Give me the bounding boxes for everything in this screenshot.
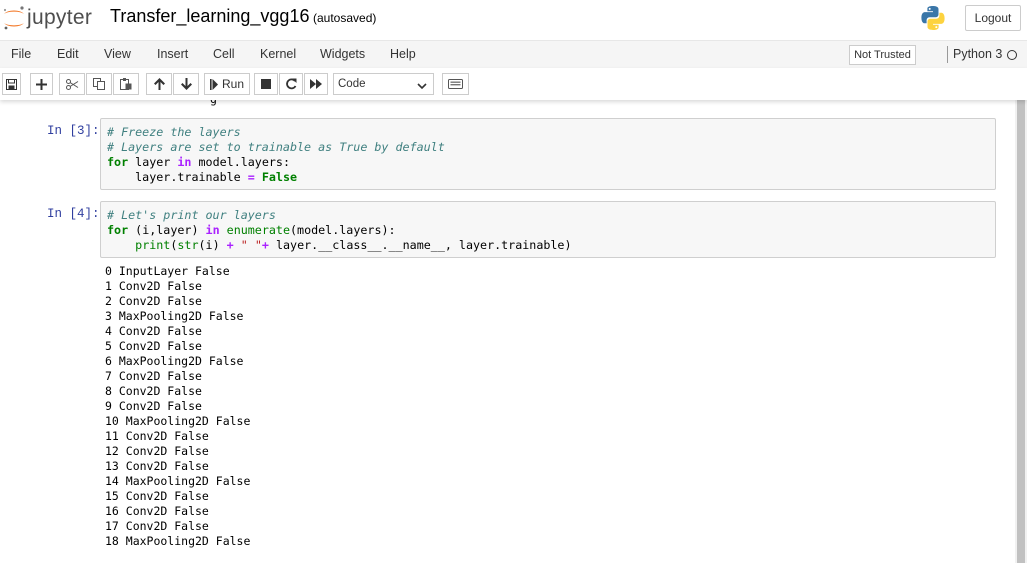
output-line: 18 MaxPooling2D False	[105, 534, 251, 548]
code-line: print(str(i) + " "+ layer.__class__.__na…	[135, 238, 572, 252]
kernel-name: Python 3	[953, 47, 1003, 61]
cell-type-select[interactable]: Code	[333, 73, 434, 95]
code-line: # Let's print our layers	[107, 208, 276, 222]
cell-prompt: In [4]:	[47, 207, 100, 221]
output-line: 7 Conv2D False	[105, 369, 202, 383]
move-up-button[interactable]	[146, 73, 172, 95]
menu-kernel[interactable]: Kernel	[260, 47, 296, 61]
output-line: 15 Conv2D False	[105, 489, 209, 503]
menu-widgets[interactable]: Widgets	[320, 47, 365, 61]
jupyter-logo[interactable]: jupyter	[0, 4, 92, 32]
interrupt-button[interactable]	[254, 73, 278, 95]
move-up-icon	[153, 78, 165, 90]
save-status: (autosaved)	[313, 11, 377, 25]
paste-icon	[120, 78, 132, 90]
output-line: 11 Conv2D False	[105, 429, 209, 443]
menu-file[interactable]: File	[11, 47, 31, 61]
output-line: 9 Conv2D False	[105, 399, 202, 413]
notebook-name[interactable]: Transfer_learning_vgg16	[110, 6, 309, 27]
menu-cell[interactable]: Cell	[213, 47, 235, 61]
code-cell[interactable]: # Let's print our layers for (i,layer) i…	[100, 201, 996, 258]
code-line: # Layers are set to trainable as True by…	[107, 140, 445, 154]
output-line: 12 Conv2D False	[105, 444, 209, 458]
output-line: 16 Conv2D False	[105, 504, 209, 518]
trust-button[interactable]: Not Trusted	[849, 45, 916, 65]
copy-button[interactable]	[86, 73, 112, 95]
run-icon	[209, 78, 218, 90]
header-bar: jupyter Transfer_learning_vgg16 (autosav…	[0, 0, 1027, 40]
output-line: 0 InputLayer False	[105, 264, 230, 278]
run-button[interactable]: Run	[204, 73, 250, 95]
toolbar: Run Code	[0, 68, 1027, 100]
move-down-button[interactable]	[173, 73, 199, 95]
kernel-idle-icon	[1007, 50, 1017, 60]
save-button[interactable]	[2, 73, 21, 95]
notebook-container[interactable]: g In [3]: # Freeze the layers # Layers a…	[0, 100, 1027, 563]
output-line: 8 Conv2D False	[105, 384, 202, 398]
fast-forward-icon	[310, 79, 322, 89]
output-line: 3 MaxPooling2D False	[105, 309, 244, 323]
cut-icon	[65, 78, 79, 90]
menu-help[interactable]: Help	[390, 47, 416, 61]
vertical-scrollbar[interactable]	[1015, 100, 1027, 563]
code-line: # Freeze the layers	[107, 125, 241, 139]
save-icon	[6, 78, 17, 90]
logo-text: jupyter	[27, 6, 93, 29]
menu-edit[interactable]: Edit	[57, 47, 79, 61]
cell-type-value: Code	[338, 78, 366, 90]
kernel-divider	[947, 46, 948, 63]
output-line: 5 Conv2D False	[105, 339, 202, 353]
restart-run-all-button[interactable]	[304, 73, 328, 95]
jupyter-logo-icon	[0, 4, 28, 32]
add-cell-icon	[36, 78, 47, 90]
stop-icon	[261, 79, 271, 89]
menu-bar: File Edit View Insert Cell Kernel Widget…	[0, 40, 1027, 68]
cut-button[interactable]	[59, 73, 85, 95]
output-line: 6 MaxPooling2D False	[105, 354, 244, 368]
scrollbar-thumb[interactable]	[1017, 100, 1025, 563]
menu-view[interactable]: View	[104, 47, 131, 61]
code-line: for layer in model.layers:	[107, 155, 290, 169]
code-line: layer.trainable = False	[107, 170, 298, 184]
output-line: 2 Conv2D False	[105, 294, 202, 308]
restart-button[interactable]	[279, 73, 303, 95]
keyboard-icon	[448, 79, 463, 89]
move-down-icon	[180, 78, 192, 90]
menu-insert[interactable]: Insert	[157, 47, 188, 61]
paste-button[interactable]	[113, 73, 139, 95]
output-line: 10 MaxPooling2D False	[105, 414, 251, 428]
output-line: 14 MaxPooling2D False	[105, 474, 251, 488]
code-line: for (i,layer) in enumerate(model.layers)…	[107, 223, 396, 237]
output-line: 1 Conv2D False	[105, 279, 202, 293]
output-line: 4 Conv2D False	[105, 324, 202, 338]
logout-button[interactable]: Logout	[965, 5, 1021, 31]
run-label: Run	[221, 77, 244, 91]
python-logo-icon	[920, 5, 946, 31]
output-line: 17 Conv2D False	[105, 519, 209, 533]
insert-cell-button[interactable]	[30, 73, 53, 95]
cell-prompt: In [3]:	[47, 124, 100, 138]
previous-output-fragment: g	[210, 100, 217, 106]
copy-icon	[93, 78, 105, 90]
output-line: 13 Conv2D False	[105, 459, 209, 473]
restart-icon	[285, 78, 297, 90]
chevron-down-icon	[417, 81, 427, 93]
command-palette-button[interactable]	[442, 73, 469, 95]
code-cell[interactable]: # Freeze the layers # Layers are set to …	[100, 118, 996, 190]
